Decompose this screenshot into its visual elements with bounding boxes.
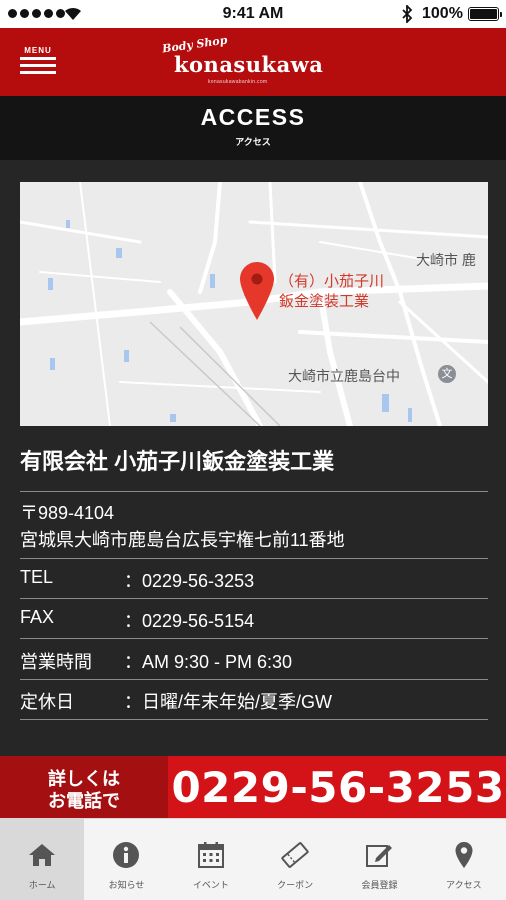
- divider: [20, 719, 488, 720]
- map[interactable]: （有）小茄子川 鈑金塗装工業 大崎市 鹿 大崎市立鹿島台中 文: [20, 182, 488, 426]
- map-place-label: 大崎市 鹿: [416, 252, 476, 268]
- info-row-fax: FAX ：0229-56-5154: [20, 599, 488, 639]
- info-row-holidays: 定休日 ：日曜/年末年始/夏季/GW: [20, 680, 488, 720]
- info-label: 営業時間: [20, 652, 92, 672]
- brand-logo[interactable]: Body Shop konasukawa konasukawabankin.co…: [160, 34, 350, 88]
- map-pin-icon[interactable]: [240, 262, 274, 320]
- nav-item-register[interactable]: 会員登録: [337, 819, 421, 900]
- info-value: ：0229-56-5154: [124, 611, 255, 631]
- menu-button[interactable]: MENU: [20, 46, 56, 80]
- battery-percent: 100%: [422, 5, 463, 22]
- calendar-icon: [197, 842, 224, 868]
- call-cta-line2: お電話で: [48, 791, 120, 811]
- app-header: MENU Body Shop konasukawa konasukawabank…: [0, 28, 506, 96]
- page-subtitle: アクセス: [235, 137, 271, 147]
- info-value: ：日曜/年末年始/夏季/GW: [124, 692, 332, 712]
- map-pin-label-line1: （有）小茄子川: [279, 273, 385, 290]
- location-pin-icon: [455, 842, 473, 868]
- nav-label: クーポン: [277, 880, 314, 890]
- map-school-label: 大崎市立鹿島台中: [288, 368, 400, 384]
- hamburger-icon-bar: [20, 64, 56, 67]
- battery-icon: [468, 7, 502, 21]
- info-row-hours: 営業時間 ：AM 9:30 - PM 6:30: [20, 640, 488, 680]
- postal-code: 〒989-4104: [20, 503, 115, 523]
- edit-icon: [366, 845, 393, 867]
- address: 宮城県大崎市鹿島台広長宇権七前11番地: [20, 530, 345, 550]
- info-label: FAX: [20, 607, 55, 627]
- page-title: ACCESS: [200, 104, 306, 130]
- info-row-tel[interactable]: TEL ：0229-56-3253: [20, 559, 488, 599]
- page-title-bar: ACCESS アクセス: [0, 96, 506, 160]
- nav-item-home[interactable]: ホーム: [0, 819, 85, 900]
- nav-label: イベント: [192, 880, 229, 890]
- coupon-icon: [281, 842, 309, 868]
- bluetooth-icon: [402, 5, 413, 23]
- status-bar: 9:41 AM 100%: [0, 0, 506, 28]
- nav-label: ホーム: [28, 880, 56, 890]
- nav-item-access[interactable]: アクセス: [422, 819, 506, 900]
- nav-item-news[interactable]: お知らせ: [84, 819, 168, 900]
- info-label: 定休日: [20, 692, 74, 712]
- call-number[interactable]: 0229-56-3253: [170, 763, 506, 812]
- nav-label: お知らせ: [108, 880, 145, 890]
- call-banner[interactable]: 詳しくは お電話で 0229-56-3253: [0, 756, 506, 818]
- nav-label: 会員登録: [361, 880, 398, 890]
- call-cta: 詳しくは お電話で: [0, 756, 168, 818]
- bottom-nav: ホーム お知らせ イベント クーポン 会員登録 アクセス: [0, 818, 506, 900]
- info-value: ：AM 9:30 - PM 6:30: [124, 652, 293, 672]
- phone-link[interactable]: ：0229-56-3253: [124, 567, 254, 593]
- hamburger-icon-bar: [20, 71, 56, 74]
- logo-url: konasukawabankin.com: [208, 79, 268, 85]
- map-pin-label: （有）小茄子川 鈑金塗装工業: [279, 272, 419, 312]
- school-icon: 文: [438, 365, 456, 383]
- map-pin-label-line2: 鈑金塗装工業: [279, 293, 370, 310]
- company-name: 有限会社 小茄子川鈑金塗装工業: [20, 449, 335, 474]
- hamburger-icon: [20, 57, 56, 60]
- info-label: TEL: [20, 567, 54, 587]
- home-icon: [29, 844, 55, 866]
- divider: [20, 491, 488, 492]
- nav-label: アクセス: [446, 880, 482, 890]
- info-icon: [113, 842, 140, 868]
- logo-name: konasukawa: [174, 52, 324, 77]
- nav-item-events[interactable]: イベント: [169, 819, 253, 900]
- nav-item-coupon[interactable]: クーポン: [253, 819, 337, 900]
- divider: [20, 638, 488, 639]
- menu-label: MENU: [24, 46, 52, 55]
